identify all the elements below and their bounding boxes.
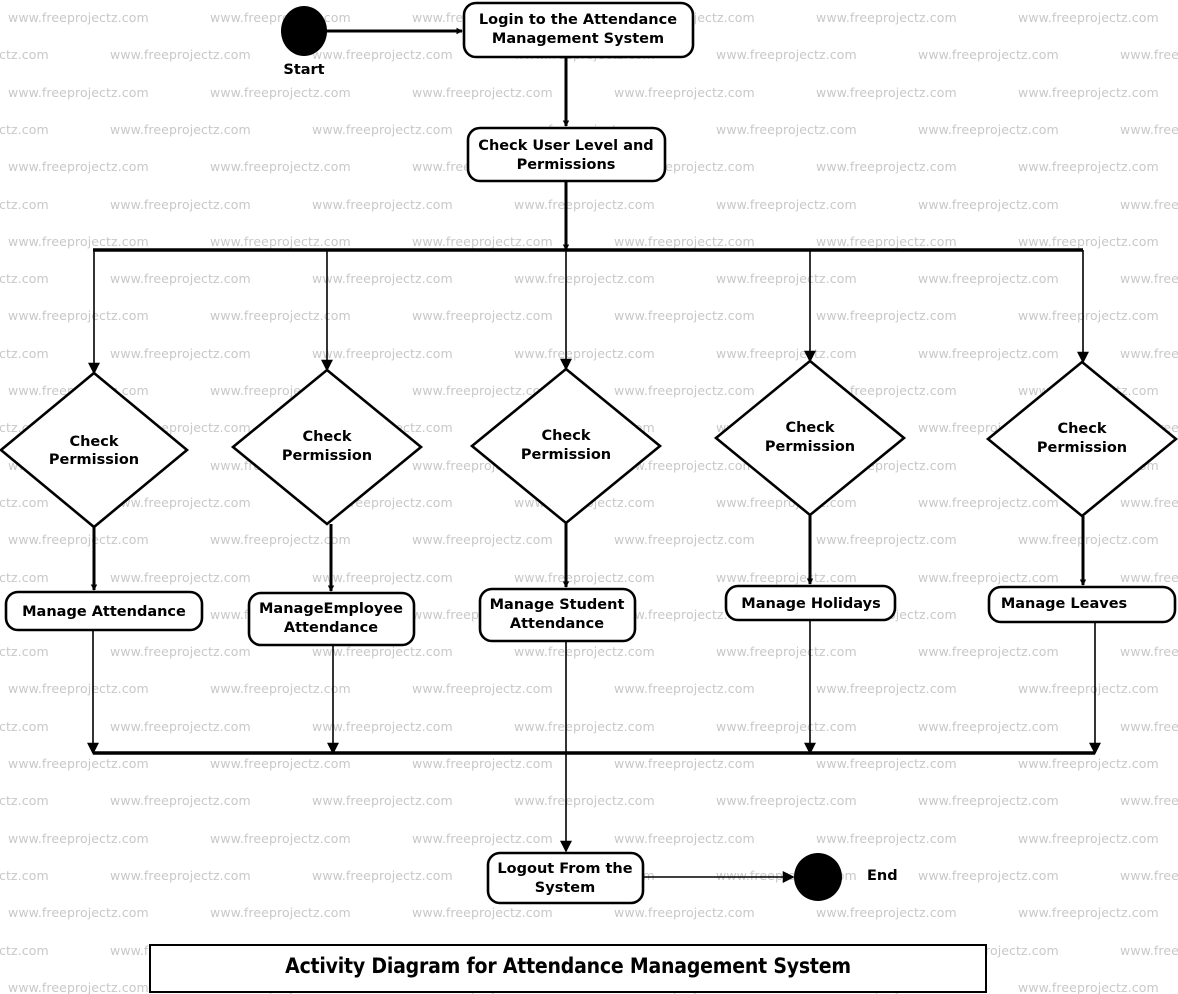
decision-3-label-line-2: Permission	[521, 447, 611, 463]
manage-holidays-label: Manage Holidays	[741, 596, 880, 612]
check-user-level-label-line-2: Permissions	[517, 157, 616, 173]
decision-5-diamond[interactable]	[985, 360, 1178, 518]
check-user-level-label-line-1: Check User Level and	[478, 138, 653, 154]
logout-label-line-1: Logout From the	[497, 861, 632, 877]
manage-employee-attendance-label-line-2: Attendance	[284, 620, 378, 636]
decision-2-label-line-2: Permission	[282, 448, 372, 464]
decision-2-diamond[interactable]	[230, 368, 424, 526]
decision-3-label-line-1: Check	[541, 428, 590, 444]
activity-diagram-canvas: www.freeprojectz.com www.freeprojectz.com…	[0, 0, 1178, 994]
node-check-user-level[interactable]: Check User Level and Permissions	[466, 126, 667, 183]
node-login[interactable]: Login to the Attendance Management Syste…	[462, 1, 695, 59]
node-end[interactable]: End	[794, 853, 898, 901]
decision-5-label-line-2: Permission	[1037, 440, 1127, 456]
decision-4-label-line-1: Check	[785, 420, 834, 436]
node-decision-3[interactable]: Check Permission	[469, 367, 663, 525]
diagram-svg: Start Login to the Attendance Management…	[0, 1, 1178, 993]
node-manage-student-attendance[interactable]: Manage Student Attendance	[478, 587, 637, 643]
manage-employee-attendance-label-line-1: ManageEmployee	[259, 601, 403, 617]
decision-5-label-line-1: Check	[1057, 421, 1106, 437]
manage-student-attendance-label-line-1: Manage Student	[490, 597, 625, 613]
manage-leaves-label: Manage Leaves	[1001, 596, 1127, 612]
check-user-level-box[interactable]	[466, 126, 667, 183]
node-start[interactable]: Start	[281, 6, 327, 78]
end-label: End	[867, 868, 898, 884]
node-decision-5[interactable]: Check Permission	[985, 360, 1178, 518]
node-logout[interactable]: Logout From the System	[486, 851, 645, 905]
node-manage-holidays[interactable]: Manage Holidays	[724, 584, 897, 622]
decision-3-diamond[interactable]	[469, 367, 663, 525]
initial-node-circle[interactable]	[281, 6, 327, 56]
decision-4-label-line-2: Permission	[765, 439, 855, 455]
logout-label-line-2: System	[535, 880, 595, 896]
node-decision-4[interactable]: Check Permission	[713, 359, 907, 517]
node-decision-2[interactable]: Check Permission	[230, 368, 424, 526]
diagram-title: Activity Diagram for Attendance Manageme…	[285, 954, 851, 978]
node-decision-1[interactable]: Check Permission	[0, 371, 190, 529]
manage-attendance-label: Manage Attendance	[22, 604, 186, 620]
final-node-circle[interactable]	[794, 853, 842, 901]
node-manage-attendance[interactable]: Manage Attendance	[4, 590, 204, 632]
diagram-title-panel: Activity Diagram for Attendance Manageme…	[149, 944, 987, 993]
decision-2-label-line-1: Check	[302, 429, 351, 445]
login-label-line-2: Management System	[492, 31, 664, 47]
decision-4-diamond[interactable]	[713, 359, 907, 517]
manage-student-attendance-label-line-2: Attendance	[510, 616, 604, 632]
start-label: Start	[283, 62, 324, 78]
diagram-nodes: Start Login to the Attendance Management…	[0, 1, 1178, 905]
node-manage-employee-attendance[interactable]: ManageEmployee Attendance	[247, 591, 416, 647]
login-label-line-1: Login to the Attendance	[479, 12, 677, 28]
decision-1-label-line-1: Check	[69, 434, 118, 450]
decision-1-label-line-2: Permission	[49, 452, 139, 468]
decision-1-diamond[interactable]	[0, 371, 190, 529]
node-manage-leaves[interactable]: Manage Leaves	[987, 585, 1177, 624]
